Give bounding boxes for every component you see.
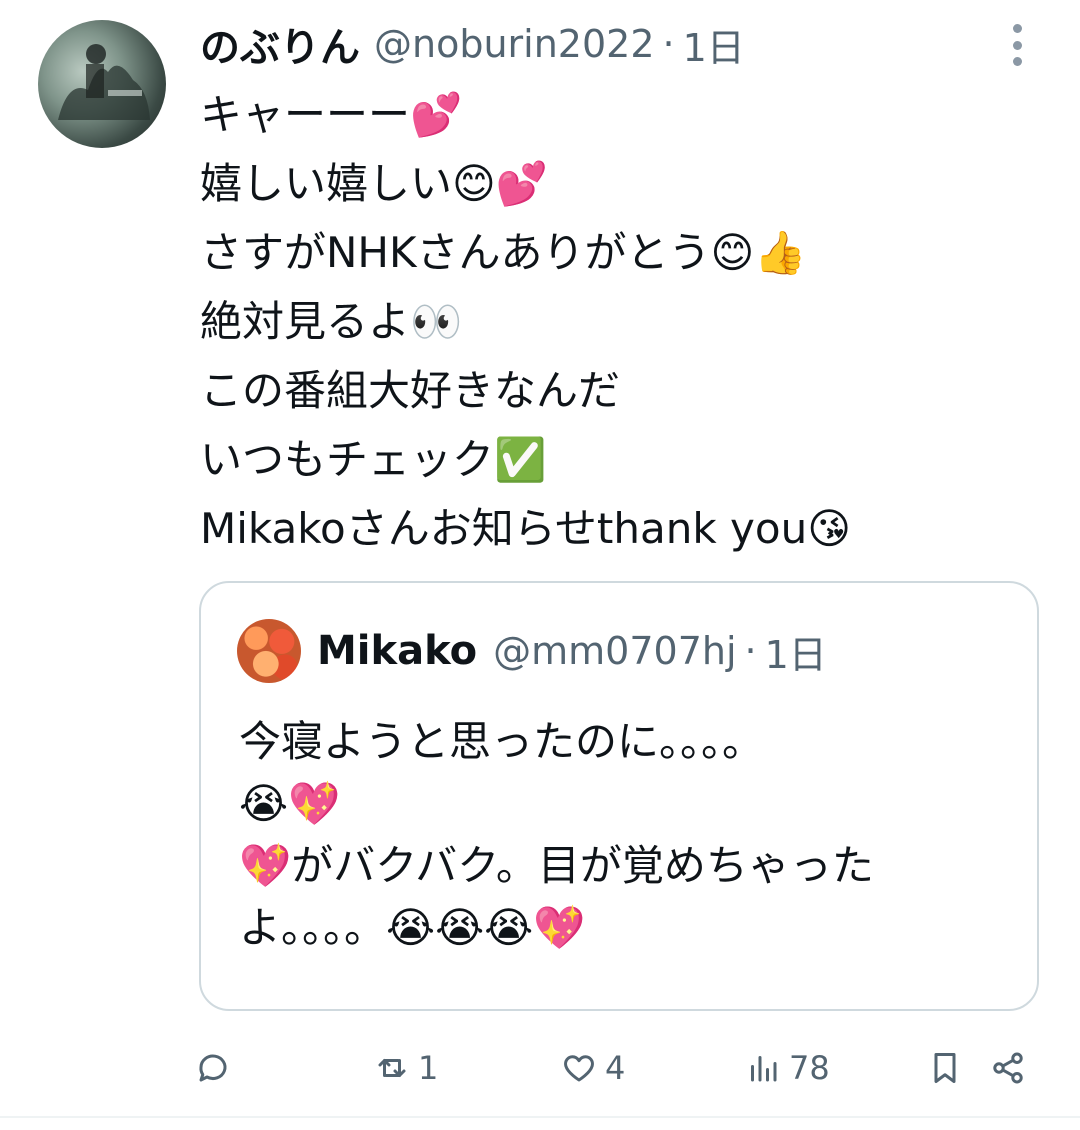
tweet-actions: 1 4 78 [0,1040,1080,1096]
tweet-text-line: Mikakoさんお知らせthank you😘 [200,504,851,553]
more-vertical-icon[interactable] [1002,24,1032,66]
quoted-text-line: 今寝ようと思ったのに。。。。 [239,717,765,766]
tweet-text-line: 絶対見るよ👀 [200,297,463,346]
quoted-tweet-header: Mikako @mm0707hj · 1日 [317,621,827,681]
more-dot [1012,40,1022,50]
user-avatar[interactable] [38,20,166,148]
repost-count: 1 [418,1049,439,1087]
repost-button[interactable]: 1 [374,1040,438,1096]
tweet-text-line: さすがNHKさんありがとう😊👍 [200,228,807,277]
like-button[interactable]: 4 [561,1040,625,1096]
quoted-user-avatar[interactable] [237,619,301,683]
quoted-user-handle: @mm0707hj [493,629,737,673]
tweet-text-line: いつもチェック✅ [200,435,547,484]
views-button[interactable]: 78 [745,1040,830,1096]
quoted-text-line: 💖がバクバク。目が覚めちゃった [239,841,874,890]
separator-dot: · [662,22,675,66]
views-icon [751,1056,777,1082]
bookmark-button[interactable] [927,1040,963,1096]
tweet-text-line: この番組大好きなんだ [200,366,621,415]
views-count: 78 [789,1049,830,1087]
bookmark-icon [934,1053,956,1083]
more-dot [1012,57,1022,66]
quoted-tweet-text: 今寝ようと思ったのに。。。。 😭💖 💖がバクバク。目が覚めちゃった よ。。。。😭… [239,711,1019,959]
quoted-display-name: Mikako [317,628,478,674]
quoted-timestamp: 1日 [764,632,827,677]
user-handle[interactable]: @noburin2022 [374,22,655,66]
tweet[interactable]: のぶりん @noburin2022 · 1日 キャーーー💕 嬉しい嬉しい😊💕 さ… [0,0,1080,1130]
display-name[interactable]: のぶりん [200,15,360,73]
tweet-text-line: キャーーー💕 [200,90,463,139]
timestamp[interactable]: 1日 [683,17,745,72]
reply-icon [199,1054,227,1082]
share-button[interactable] [990,1040,1026,1096]
share-icon [993,1052,1023,1084]
tweet-header: のぶりん @noburin2022 · 1日 [200,14,745,74]
divider [0,1116,1080,1118]
reply-button[interactable] [195,1040,239,1096]
tweet-text: キャーーー💕 嬉しい嬉しい😊💕 さすがNHKさんありがとう😊👍 絶対見るよ👀 こ… [200,80,1040,563]
heart-icon [564,1055,594,1082]
quoted-text-line: 😭💖 [239,779,341,828]
quoted-tweet[interactable]: Mikako @mm0707hj · 1日 今寝ようと思ったのに。。。。 😭💖 … [199,581,1039,1011]
tweet-text-line: 嬉しい嬉しい😊💕 [200,159,549,208]
repost-icon [378,1059,406,1077]
more-dot [1012,24,1022,33]
separator-dot: · [744,629,757,673]
like-count: 4 [605,1049,626,1087]
quoted-text-line: よ。。。。😭😭😭💖 [239,903,586,952]
